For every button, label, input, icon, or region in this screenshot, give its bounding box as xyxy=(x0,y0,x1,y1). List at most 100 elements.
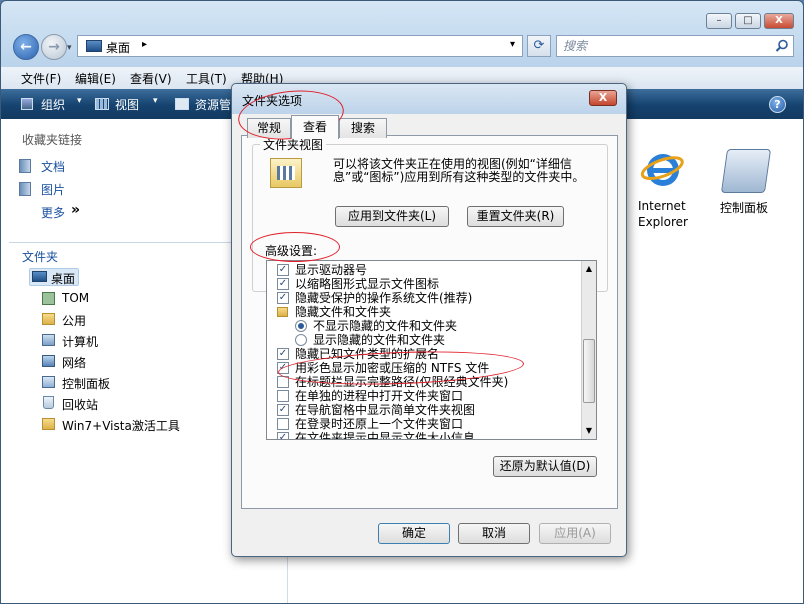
minimize-button[interactable]: – xyxy=(706,13,732,29)
tree-item-control-panel[interactable]: 控制面板 xyxy=(62,375,110,392)
back-button[interactable]: ← xyxy=(13,34,39,60)
favorite-documents[interactable]: 文档 xyxy=(41,158,65,175)
forward-button[interactable]: → xyxy=(41,34,67,60)
folder-icon xyxy=(277,307,288,317)
address-dropdown-icon[interactable]: ▾ xyxy=(510,39,515,50)
organize-button[interactable]: 组织 xyxy=(41,96,65,113)
setting-show-drive-letters[interactable]: ✓ 显示驱动器号 xyxy=(277,263,367,277)
tree-item-public[interactable]: 公用 xyxy=(62,312,86,329)
menu-edit[interactable]: 编辑(E) xyxy=(75,70,116,87)
tree-item-tom[interactable]: TOM xyxy=(62,291,89,305)
recent-pages-dropdown-icon[interactable]: ▾ xyxy=(67,43,72,53)
explorer-icon xyxy=(175,98,189,110)
checkbox[interactable] xyxy=(277,418,289,430)
internet-explorer-label-1: Internet xyxy=(638,199,686,213)
radio-button[interactable] xyxy=(295,320,307,332)
tree-item-recycle-bin[interactable]: 回收站 xyxy=(62,396,98,413)
search-icon[interactable] xyxy=(775,39,789,53)
menu-file[interactable]: 文件(F) xyxy=(21,70,61,87)
checkbox[interactable] xyxy=(277,390,289,402)
views-dropdown-icon[interactable]: ▾ xyxy=(153,96,158,106)
setting-hidden-files-group: 隐藏文件和文件夹 xyxy=(277,305,391,319)
control-panel-large-icon[interactable] xyxy=(720,149,772,193)
setting-simple-folder-view[interactable]: ✓ 在导航窗格中显示简单文件夹视图 xyxy=(277,403,475,417)
folder-icon xyxy=(42,418,55,430)
recycle-bin-icon xyxy=(43,396,54,409)
setting-show-hidden[interactable]: 显示隐藏的文件和文件夹 xyxy=(295,333,445,347)
organize-icon xyxy=(21,98,33,110)
setting-full-path-title[interactable]: 在标题栏显示完整路径(仅限经典文件夹) xyxy=(277,375,508,389)
setting-color-ntfs[interactable]: ✓ 用彩色显示加密或压缩的 NTFS 文件 xyxy=(277,361,489,375)
maximize-button[interactable]: □ xyxy=(735,13,761,29)
scroll-thumb[interactable] xyxy=(583,339,595,403)
scroll-down-icon[interactable]: ▼ xyxy=(583,425,595,437)
checkbox[interactable]: ✓ xyxy=(277,404,289,416)
cancel-button[interactable]: 取消 xyxy=(458,523,530,544)
search-input[interactable]: 搜索 xyxy=(556,35,794,57)
help-icon[interactable]: ? xyxy=(769,96,786,113)
setting-hide-protected-files[interactable]: ✓ 隐藏受保护的操作系统文件(推荐) xyxy=(277,291,472,305)
setting-dont-show-hidden[interactable]: 不显示隐藏的文件和文件夹 xyxy=(295,319,457,333)
tab-search[interactable]: 搜索 xyxy=(339,118,387,138)
internet-explorer-label-2: Explorer xyxy=(638,215,688,229)
checkbox[interactable]: ✓ xyxy=(277,348,289,360)
checkbox[interactable] xyxy=(277,376,289,388)
tree-item-network[interactable]: 网络 xyxy=(62,354,86,371)
dialog-title: 文件夹选项 xyxy=(242,94,303,108)
desktop-tree-icon xyxy=(32,271,47,282)
more-chevron-icon[interactable]: » xyxy=(71,202,80,218)
internet-explorer-icon xyxy=(640,154,684,186)
apply-to-folders-button[interactable]: 应用到文件夹(L) xyxy=(335,206,449,227)
folder-view-icon xyxy=(270,158,302,188)
view-tab-panel: 文件夹视图 可以将该文件夹正在使用的视图(例如“详细信息”或“图标”)应用到所有… xyxy=(241,135,618,509)
organize-dropdown-icon[interactable]: ▾ xyxy=(77,96,82,106)
setting-restore-windows[interactable]: 在登录时还原上一个文件夹窗口 xyxy=(277,417,463,431)
ok-button[interactable]: 确定 xyxy=(378,523,450,544)
menu-tools[interactable]: 工具(T) xyxy=(186,70,227,87)
restore-defaults-button[interactable]: 还原为默认值(D) xyxy=(493,456,597,477)
folders-header[interactable]: 文件夹 xyxy=(22,248,58,265)
favorite-pictures[interactable]: 图片 xyxy=(41,181,65,198)
internet-explorer-item[interactable] xyxy=(640,147,686,193)
advanced-settings-label: 高级设置: xyxy=(265,244,318,258)
desktop-icon xyxy=(86,40,102,52)
menu-view[interactable]: 查看(V) xyxy=(130,70,172,87)
checkbox[interactable]: ✓ xyxy=(277,278,289,290)
tree-item-computer[interactable]: 计算机 xyxy=(62,333,98,350)
setting-hide-extensions[interactable]: ✓ 隐藏已知文件类型的扩展名 xyxy=(277,347,439,361)
checkbox[interactable]: ✓ xyxy=(277,362,289,374)
checkbox[interactable]: ✓ xyxy=(277,264,289,276)
setting-thumbnails[interactable]: ✓ 以缩略图形式显示文件图标 xyxy=(277,277,439,291)
list-scrollbar[interactable]: ▲ ▼ xyxy=(581,261,596,439)
checkbox[interactable]: ✓ xyxy=(277,292,289,304)
refresh-button[interactable]: ⟳ xyxy=(527,35,551,57)
scroll-up-icon[interactable]: ▲ xyxy=(583,263,595,275)
views-icon xyxy=(95,98,109,110)
dialog-close-button[interactable]: X xyxy=(589,90,617,106)
control-panel-icon xyxy=(42,376,55,388)
computer-icon xyxy=(42,334,55,346)
address-location: 桌面 xyxy=(106,41,131,55)
apply-button: 应用(A) xyxy=(539,523,611,544)
resources-button[interactable]: 资源管 xyxy=(195,96,231,113)
documents-icon xyxy=(19,159,31,173)
reset-folders-button[interactable]: 重置文件夹(R) xyxy=(467,206,564,227)
tab-general[interactable]: 常规 xyxy=(247,118,291,138)
breadcrumb-arrow-icon[interactable]: ▸ xyxy=(142,39,147,50)
setting-separate-process[interactable]: 在单独的进程中打开文件夹窗口 xyxy=(277,389,463,403)
advanced-settings-list[interactable]: ✓ 显示驱动器号 ✓ 以缩略图形式显示文件图标 ✓ 隐藏受保护的操作系统文件(推荐) … xyxy=(266,260,597,440)
address-bar[interactable]: 桌面 ▸ ▾ xyxy=(77,35,523,57)
favorites-more[interactable]: 更多 xyxy=(41,204,65,221)
radio-button[interactable] xyxy=(295,334,307,346)
folder-view-description: 可以将该文件夹正在使用的视图(例如“详细信息”或“图标”)应用到所有这种类型的文… xyxy=(333,157,585,184)
views-button[interactable]: 视图 xyxy=(115,96,139,113)
close-window-button[interactable]: X xyxy=(764,13,794,29)
dialog-title-bar: 文件夹选项 X xyxy=(232,84,626,114)
checkbox[interactable]: ✓ xyxy=(277,432,289,439)
tree-item-activation-tools[interactable]: Win7+Vista激活工具 xyxy=(62,417,180,434)
folder-options-dialog: 文件夹选项 X 文件夹视图 可以将该文件夹正在使用的视图(例如“详细信息”或“图… xyxy=(231,83,627,557)
setting-file-size-tips[interactable]: ✓ 在文件夹提示中显示文件大小信息 xyxy=(277,431,475,439)
tree-item-desktop[interactable]: 桌面 xyxy=(51,270,75,287)
pictures-icon xyxy=(19,182,31,196)
tab-view[interactable]: 查看 xyxy=(291,115,339,139)
